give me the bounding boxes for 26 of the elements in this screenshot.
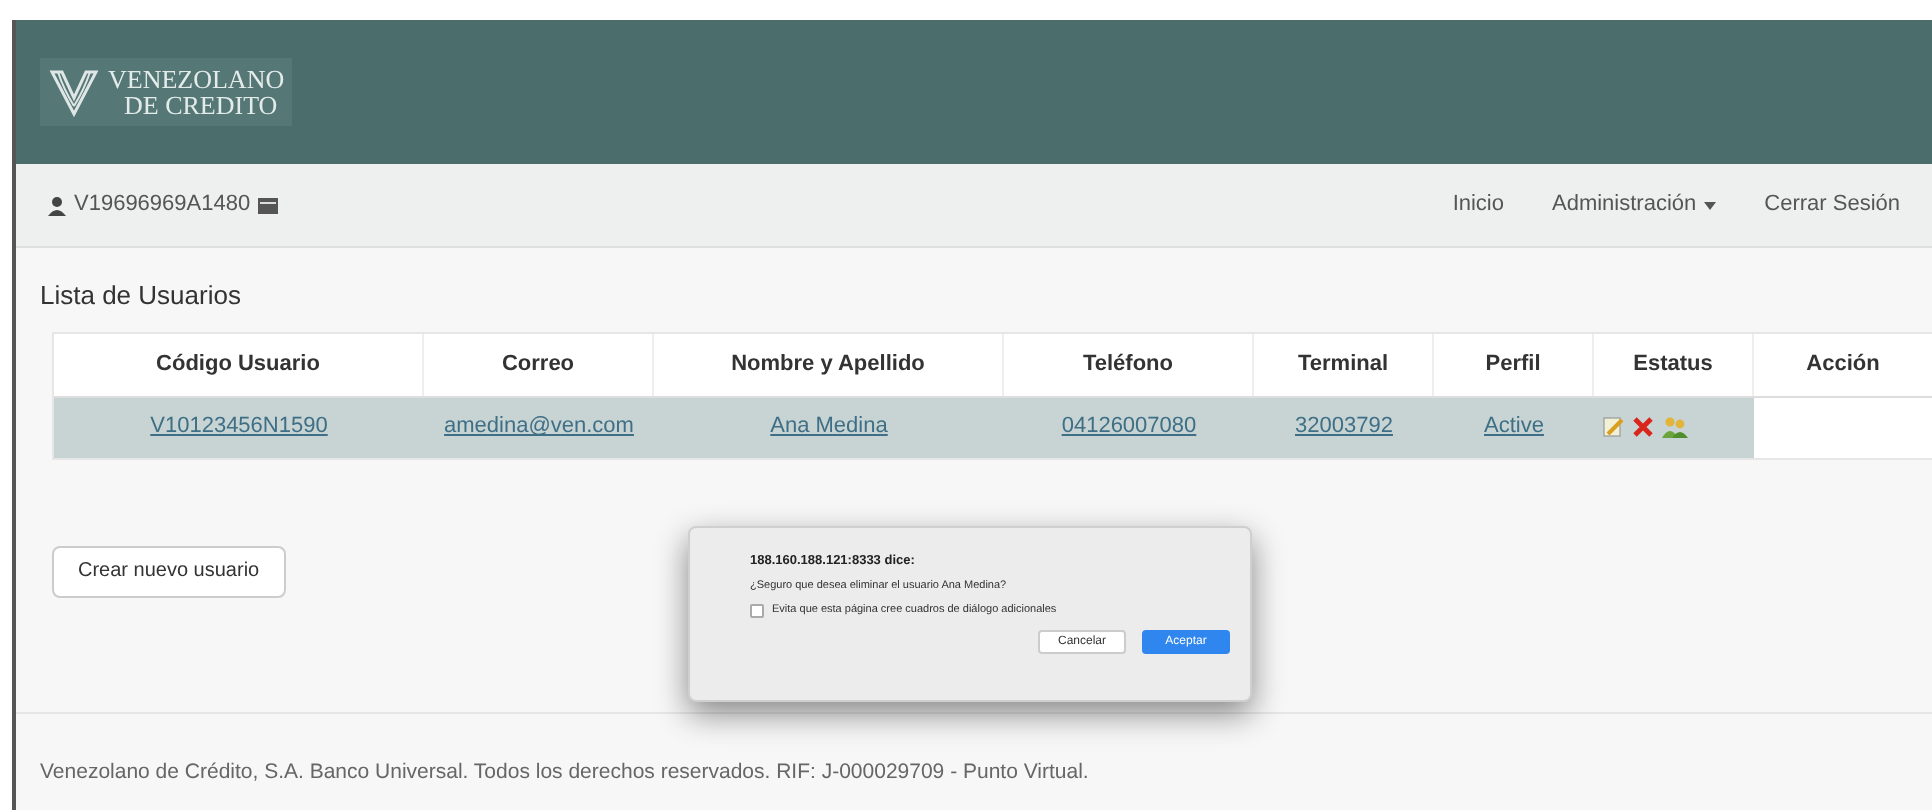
logo-text: VENEZOLANO xyxy=(108,66,285,92)
column-header: Teléfono xyxy=(1004,333,1254,395)
nav-link[interactable]: Cerrar Sesión xyxy=(1764,188,1900,222)
create-user-button[interactable]: Crear nuevo usuario xyxy=(52,545,286,597)
table-link[interactable]: Ana Medina xyxy=(770,410,888,444)
user-id: V19696969A1480 xyxy=(74,190,251,221)
people-icon[interactable] xyxy=(1662,416,1688,438)
column-header: Estatus xyxy=(1594,333,1754,395)
page-title: Lista de Usuarios xyxy=(40,278,243,314)
nav-link[interactable]: Administración xyxy=(1552,188,1717,222)
column-header: Código Usuario xyxy=(54,333,424,395)
nav-link[interactable]: Inicio xyxy=(1452,188,1504,222)
user-icon xyxy=(48,195,66,215)
column-header: Perfil xyxy=(1434,333,1594,395)
card-icon xyxy=(258,197,279,213)
logo-icon xyxy=(48,66,100,118)
delete-icon[interactable] xyxy=(1632,416,1654,438)
checkbox[interactable] xyxy=(750,603,764,618)
column-header: Correo xyxy=(424,333,654,395)
logo-text: DE CREDITO xyxy=(124,92,280,118)
footer-text: Venezolano de Crédito, S.A. Banco Universal. Todos los derechos reservados. RIF: J-000029709 - Punto Virtual. xyxy=(40,758,1091,789)
column-header: Acción xyxy=(1754,333,1932,395)
column-header: Terminal xyxy=(1254,333,1434,395)
caret-icon xyxy=(1704,201,1717,209)
column-header: Nombre y Apellido xyxy=(654,333,1004,395)
edit-icon[interactable] xyxy=(1602,416,1624,438)
